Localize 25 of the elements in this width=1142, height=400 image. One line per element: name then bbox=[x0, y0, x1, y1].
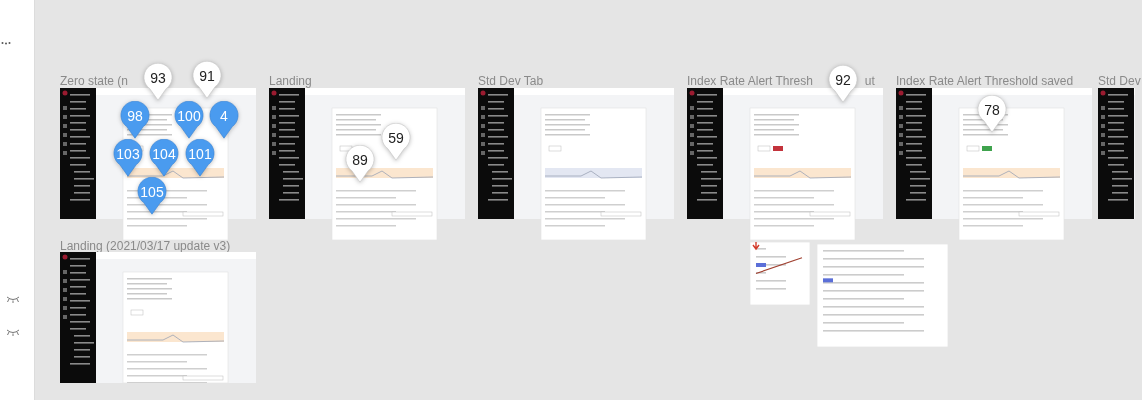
frame-title[interactable]: Std Dev Tab bbox=[478, 74, 544, 88]
dots-icon[interactable] bbox=[1, 41, 11, 45]
comment-pin[interactable]: 92 bbox=[828, 65, 858, 103]
frame-title[interactable]: Std Dev bbox=[1098, 74, 1141, 88]
frame-title[interactable]: Zero state (n bbox=[60, 74, 129, 88]
comment-pin[interactable]: 93 bbox=[143, 63, 173, 101]
comment-pin[interactable]: 100 bbox=[174, 101, 204, 139]
frame-title[interactable]: Landing bbox=[269, 74, 312, 88]
frame-title[interactable]: Landing (2021/03/17 update v3) bbox=[60, 239, 231, 253]
comment-pin[interactable]: 98 bbox=[120, 101, 150, 139]
comment-pin[interactable]: 101 bbox=[185, 139, 215, 177]
closed-eye-icon[interactable] bbox=[6, 296, 20, 303]
comment-pin[interactable]: 105 bbox=[137, 177, 167, 215]
comment-pin[interactable]: 89 bbox=[345, 145, 375, 183]
frame-title[interactable]: ut bbox=[864, 74, 875, 88]
comment-pin[interactable]: 91 bbox=[192, 61, 222, 99]
comment-pin[interactable]: 104 bbox=[149, 139, 179, 177]
app-panel-drawing bbox=[750, 242, 810, 305]
frame-title[interactable]: Index Rate Alert Thresh bbox=[687, 74, 813, 88]
comment-pin[interactable]: 4 bbox=[209, 101, 239, 139]
comment-pin[interactable]: 59 bbox=[381, 123, 411, 161]
frame-title[interactable]: Index Rate Alert Threshold saved bbox=[896, 74, 1074, 88]
comment-pin[interactable]: 78 bbox=[977, 95, 1007, 133]
closed-eye-icon[interactable] bbox=[6, 329, 20, 336]
comment-pin[interactable]: 103 bbox=[113, 139, 143, 177]
